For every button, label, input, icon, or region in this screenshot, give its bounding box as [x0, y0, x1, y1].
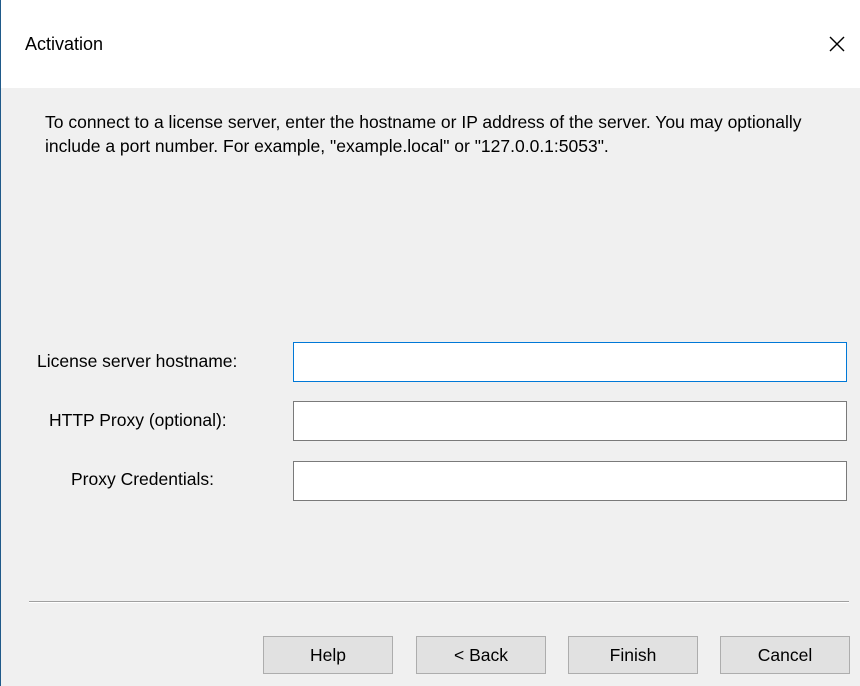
back-button[interactable]: < Back	[416, 636, 546, 674]
hostname-label: License server hostname:	[37, 351, 238, 371]
help-button[interactable]: Help	[263, 636, 393, 674]
title-bar: Activation	[1, 0, 860, 88]
separator	[29, 601, 849, 603]
proxy-input[interactable]	[293, 401, 847, 441]
dialog-body	[1, 88, 860, 686]
instructions-text: To connect to a license server, enter th…	[45, 112, 802, 156]
activation-dialog: Activation To connect to a license serve…	[0, 0, 860, 686]
cancel-button[interactable]: Cancel	[720, 636, 850, 674]
window-title: Activation	[25, 34, 104, 54]
finish-button[interactable]: Finish	[568, 636, 698, 674]
close-icon	[829, 36, 845, 52]
credentials-input[interactable]	[293, 461, 847, 501]
hostname-input[interactable]	[293, 342, 847, 382]
proxy-label: HTTP Proxy (optional):	[49, 410, 227, 430]
close-button[interactable]	[814, 18, 860, 70]
credentials-label: Proxy Credentials:	[71, 469, 214, 489]
